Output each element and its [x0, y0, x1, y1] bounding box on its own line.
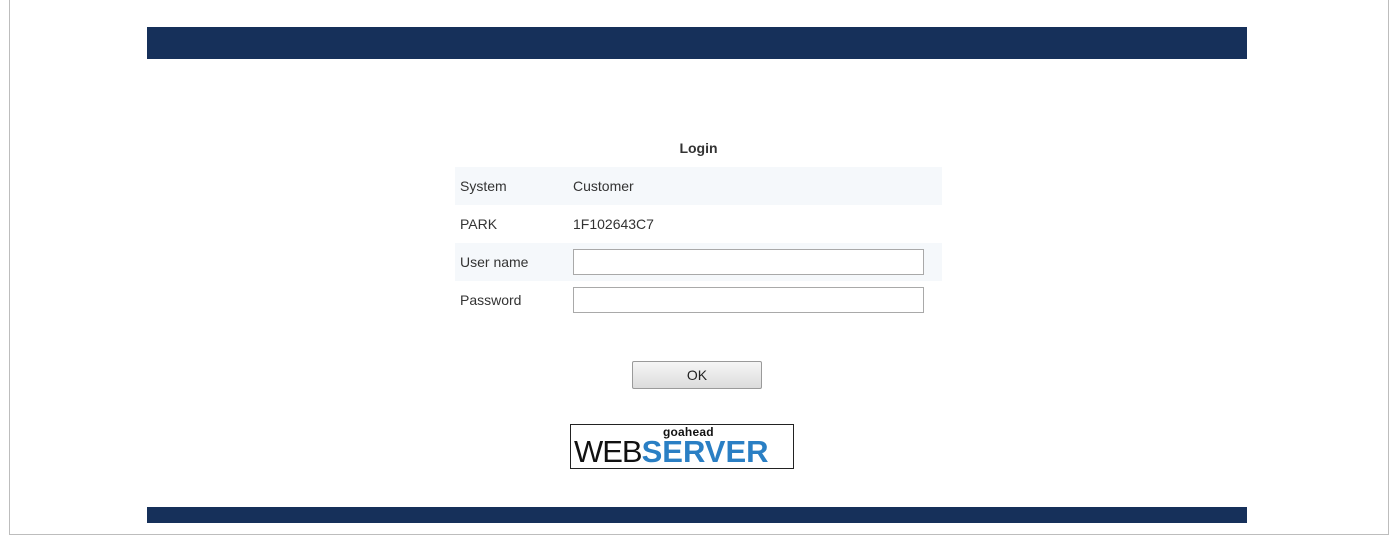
- footer-bar: [147, 507, 1247, 523]
- username-row: User name: [455, 243, 942, 281]
- system-value: Customer: [573, 178, 634, 194]
- system-row: System Customer: [455, 167, 942, 205]
- park-value: 1F102643C7: [573, 216, 654, 232]
- system-label: System: [460, 178, 507, 194]
- password-input[interactable]: [573, 287, 924, 313]
- username-label: User name: [460, 254, 529, 270]
- park-label: PARK: [460, 216, 498, 232]
- login-form: System Customer PARK 1F102643C7 User nam…: [455, 167, 942, 319]
- ok-button[interactable]: OK: [632, 361, 762, 389]
- header-bar: [147, 27, 1247, 59]
- username-input[interactable]: [573, 249, 924, 275]
- password-cell: [573, 287, 942, 313]
- logo-wordmark: WEBSERVER: [574, 436, 769, 468]
- goahead-webserver-logo[interactable]: goahead WEBSERVER: [570, 424, 794, 469]
- password-row: Password: [455, 281, 942, 319]
- login-title: Login: [679, 140, 718, 156]
- logo-server-text: SERVER: [641, 434, 769, 469]
- password-label: Password: [460, 292, 522, 308]
- park-row: PARK 1F102643C7: [455, 205, 942, 243]
- username-cell: [573, 249, 942, 275]
- logo-web-text: WEB: [574, 434, 643, 469]
